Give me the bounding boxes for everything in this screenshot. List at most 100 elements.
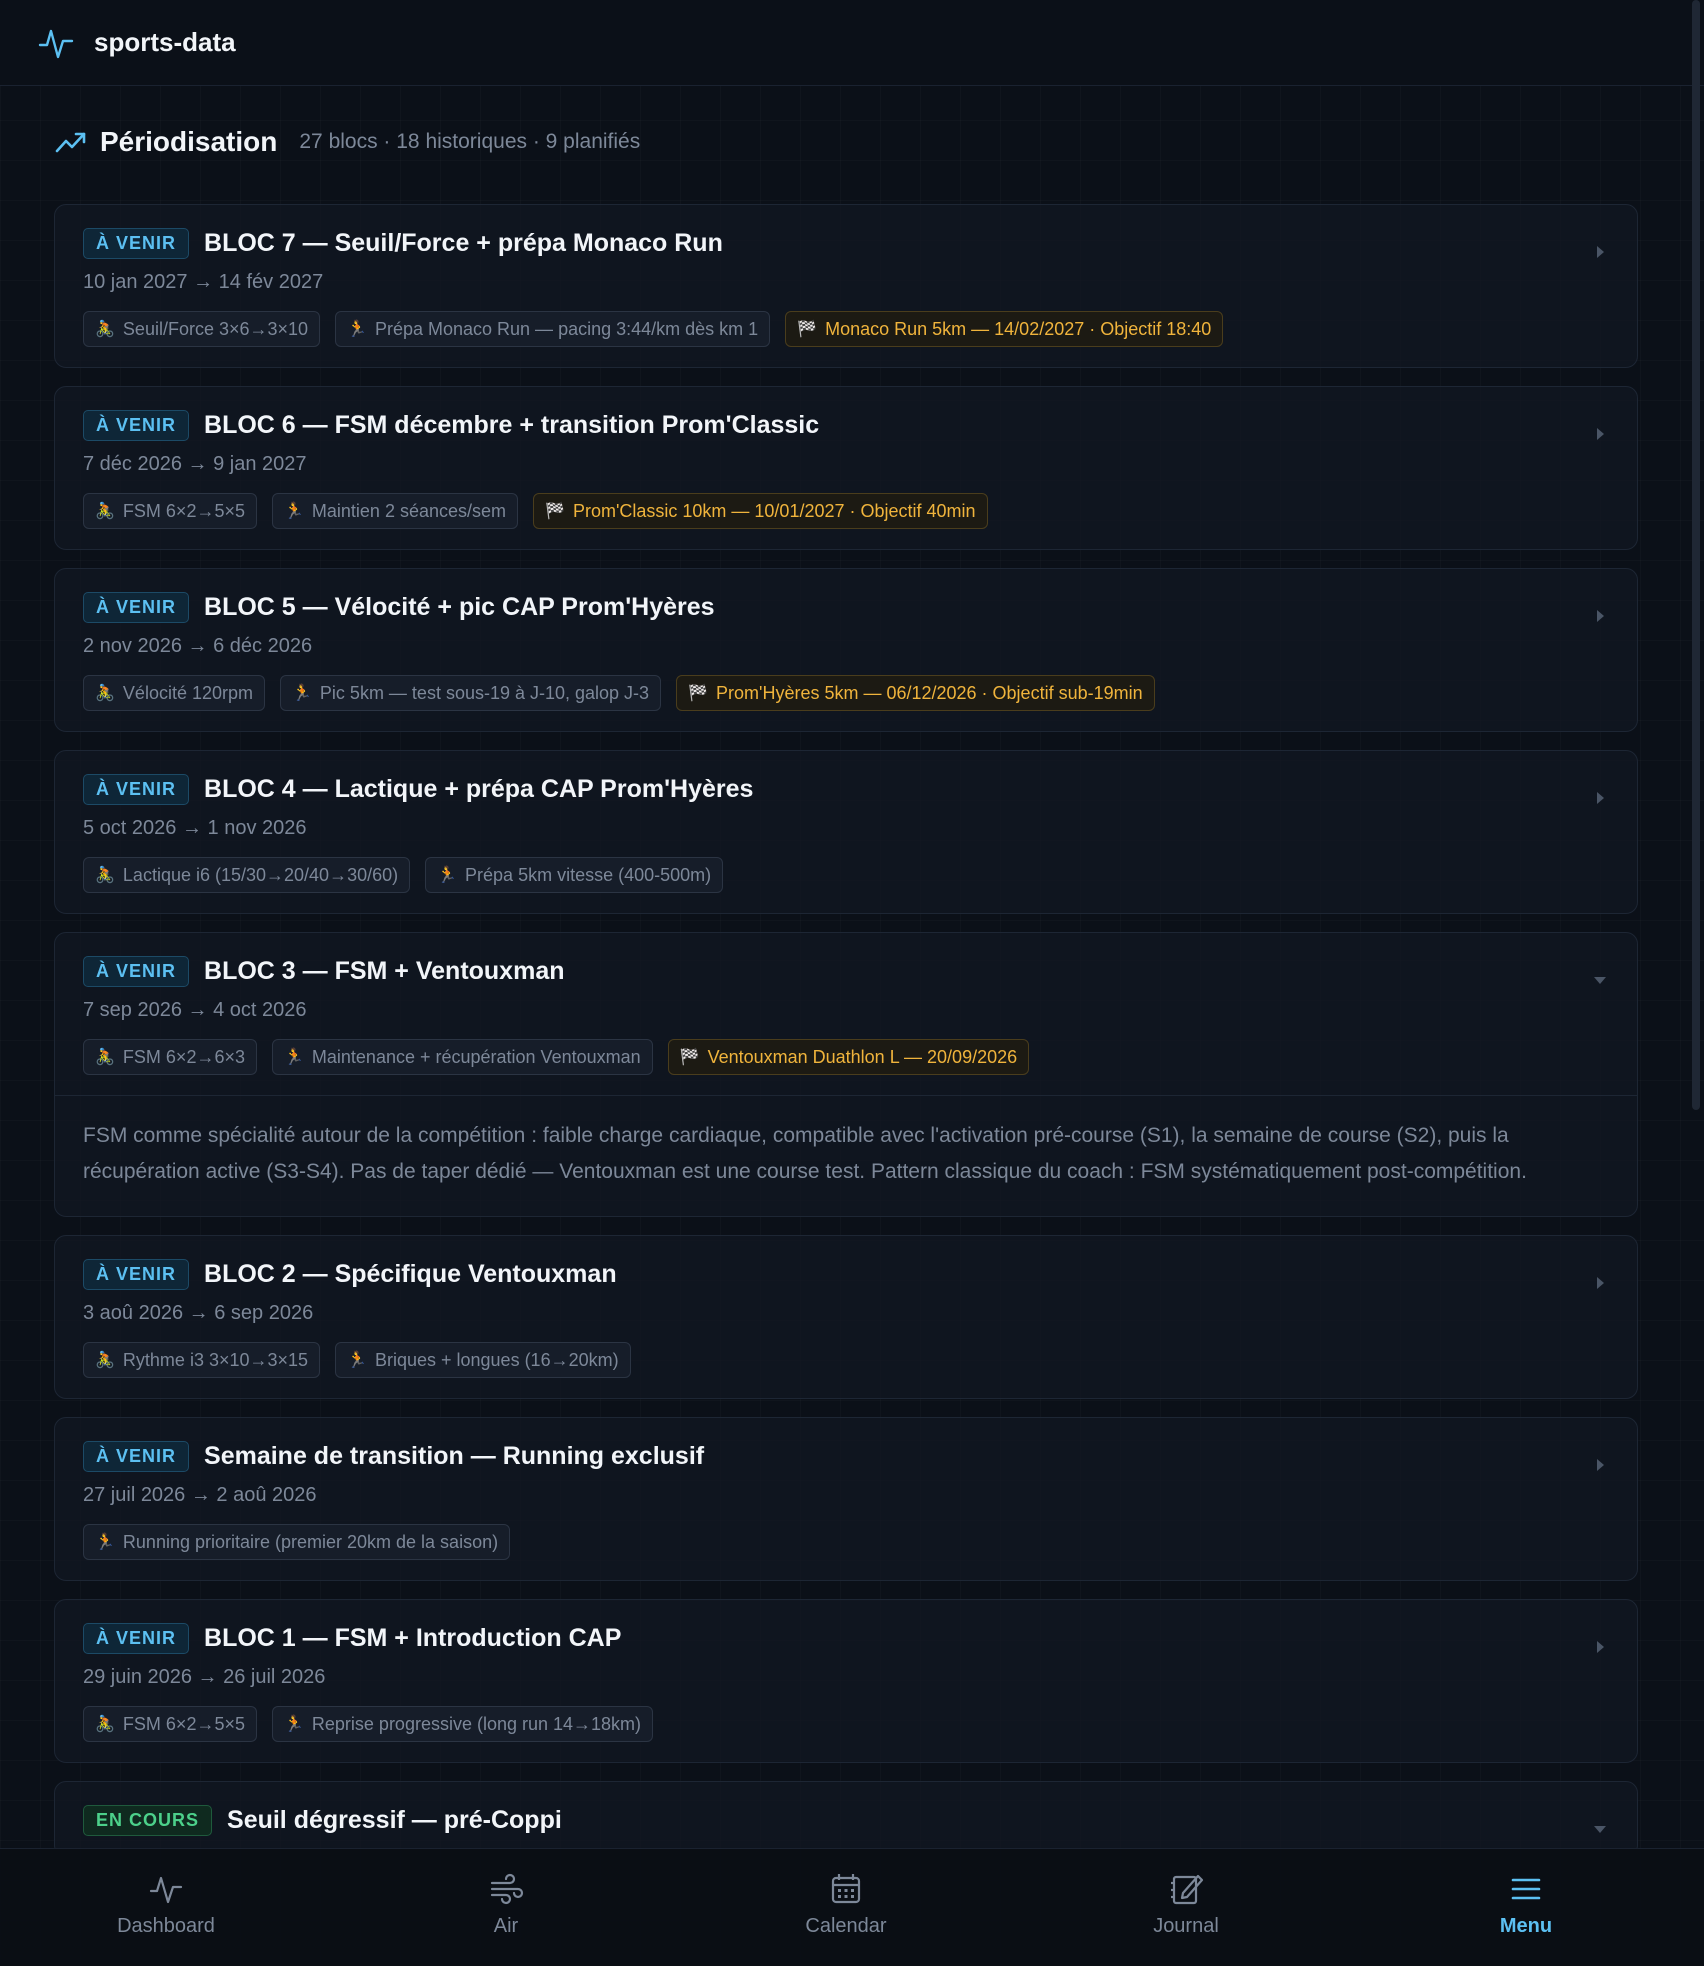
- tag-label: Maintenance + récupération Ventouxman: [311, 1046, 641, 1067]
- block-tags: 🚴 FSM 6×2→6×3 🏃 Maintenance + récupération …: [83, 1039, 1609, 1075]
- block-title: BLOC 1 — FSM + Introduction CAP: [204, 1623, 622, 1652]
- tag-label: Briques + longues (16→20km): [374, 1349, 619, 1370]
- period-block-card[interactable]: À VENIR BLOC 7 — Seuil/Force + prépa Mona…: [54, 204, 1638, 368]
- nav-label: Journal: [1153, 1915, 1219, 1937]
- runner-icon: 🏃: [283, 503, 304, 520]
- chevron-right-icon[interactable]: [1593, 791, 1607, 805]
- card-header[interactable]: À VENIR BLOC 3 — FSM + Ventouxman 7 sep 20…: [55, 933, 1637, 1095]
- runner-icon: 🏃: [283, 1716, 304, 1733]
- workout-tag: 🚴 Vélocité 120rpm: [83, 675, 265, 711]
- app-name[interactable]: sports-data: [94, 27, 236, 58]
- chevron-right-icon[interactable]: [1593, 1276, 1607, 1290]
- nav-item-journal[interactable]: Journal: [1086, 1871, 1286, 1938]
- card-header[interactable]: À VENIR BLOC 5 — Vélocité + pic CAP Prom'…: [55, 569, 1637, 731]
- period-block-card[interactable]: À VENIR Semaine de transition — Running e…: [54, 1417, 1638, 1581]
- block-title: BLOC 5 — Vélocité + pic CAP Prom'Hyères: [204, 592, 715, 621]
- chevron-down-icon[interactable]: [1593, 973, 1607, 987]
- block-title: BLOC 6 — FSM décembre + transition Prom'…: [204, 410, 820, 439]
- chevron-right-icon[interactable]: [1593, 1458, 1607, 1472]
- block-title: BLOC 4 — Lactique + prépa CAP Prom'Hyère…: [204, 774, 754, 803]
- block-dates: 5 oct 2026 → 1 nov 2026: [83, 817, 307, 839]
- chevron-right-icon[interactable]: [1593, 245, 1607, 259]
- period-block-card[interactable]: À VENIR BLOC 6 — FSM décembre + transitio…: [54, 386, 1638, 550]
- status-badge: À VENIR: [83, 773, 190, 805]
- tag-label: Rythme i3 3×10→3×15: [122, 1349, 309, 1370]
- card-title-row: EN COURS Seuil dégressif — pré-Coppi: [83, 1804, 1609, 1836]
- chevron-right-icon[interactable]: [1593, 1640, 1607, 1654]
- cyclist-icon: 🚴: [95, 685, 115, 702]
- cyclist-icon: 🚴: [95, 1352, 115, 1369]
- workout-tag: 🏃 Prépa Monaco Run — pacing 3:44/km dès k…: [335, 311, 771, 347]
- workout-tag: 🏃 Prépa 5km vitesse (400-500m): [425, 857, 724, 893]
- checkered-flag-icon: 🏁: [688, 685, 708, 702]
- block-dates: 3 aoû 2026 → 6 sep 2026: [83, 1302, 314, 1324]
- nav-item-air[interactable]: Air: [406, 1871, 606, 1938]
- cyclist-icon: 🚴: [95, 321, 115, 338]
- workout-tag: 🏃 Running prioritaire (premier 20km de la…: [83, 1524, 511, 1560]
- scrollbar-thumb[interactable]: [1692, 0, 1700, 1110]
- block-title: BLOC 2 — Spécifique Ventouxman: [204, 1259, 617, 1288]
- block-list: À VENIR BLOC 7 — Seuil/Force + prépa Mona…: [54, 204, 1638, 1848]
- chevron-right-icon[interactable]: [1593, 609, 1607, 623]
- checkered-flag-icon: 🏁: [797, 321, 818, 338]
- tag-label: Seuil/Force 3×6→3×10: [122, 318, 309, 339]
- period-block-card[interactable]: À VENIR BLOC 4 — Lactique + prépa CAP Pro…: [54, 750, 1638, 914]
- status-badge: EN COURS: [83, 1804, 213, 1836]
- card-header[interactable]: À VENIR Semaine de transition — Running e…: [55, 1418, 1637, 1580]
- cyclist-icon: 🚴: [95, 1049, 115, 1066]
- status-badge: À VENIR: [83, 1258, 190, 1290]
- status-badge: À VENIR: [83, 409, 190, 441]
- card-title-row: À VENIR BLOC 4 — Lactique + prépa CAP Pro…: [83, 773, 1609, 805]
- tag-label: Prépa 5km vitesse (400-500m): [465, 864, 712, 885]
- chevron-down-icon[interactable]: [1593, 1822, 1607, 1836]
- cyclist-icon: 🚴: [95, 1716, 115, 1733]
- pulse-logo-icon: [38, 29, 74, 58]
- tag-label: Maintien 2 séances/sem: [311, 500, 507, 521]
- workout-tag: 🚴 Lactique i6 (15/30→20/40→30/60): [83, 857, 411, 893]
- card-header[interactable]: À VENIR BLOC 2 — Spécifique Ventouxman 3 a…: [55, 1236, 1637, 1398]
- workout-tag: 🏃 Briques + longues (16→20km): [335, 1342, 631, 1378]
- block-tags: 🚴 Vélocité 120rpm 🏃 Pic 5km — test sous-19 …: [83, 675, 1609, 711]
- section-header: Périodisation 27 blocs · 18 historiques …: [54, 86, 1638, 204]
- block-tags: 🏃 Running prioritaire (premier 20km de la…: [83, 1524, 1609, 1560]
- period-block-card[interactable]: EN COURS Seuil dégressif — pré-Coppi: [54, 1781, 1638, 1848]
- card-title-row: À VENIR BLOC 7 — Seuil/Force + prépa Mona…: [83, 227, 1609, 259]
- nav-item-dashboard[interactable]: Dashboard: [66, 1871, 266, 1938]
- race-goal-tag: 🏁 Prom'Hyères 5km — 06/12/2026 · Objectif…: [676, 675, 1155, 711]
- race-goal-tag: 🏁 Ventouxman Duathlon L — 20/09/2026: [667, 1039, 1030, 1075]
- card-title-row: À VENIR BLOC 6 — FSM décembre + transitio…: [83, 409, 1609, 441]
- bottom-navigation: Dashboard Air Calendar Journal Menu: [0, 1848, 1704, 1966]
- period-block-card[interactable]: À VENIR BLOC 2 — Spécifique Ventouxman 3 a…: [54, 1235, 1638, 1399]
- card-header[interactable]: À VENIR BLOC 6 — FSM décembre + transitio…: [55, 387, 1637, 549]
- calendar-icon: [831, 1874, 861, 1904]
- block-tags: 🚴 Lactique i6 (15/30→20/40→30/60) 🏃 Prépa 5…: [83, 857, 1609, 893]
- nav-label: Menu: [1499, 1915, 1553, 1937]
- block-title: BLOC 3 — FSM + Ventouxman: [204, 956, 565, 985]
- card-header[interactable]: EN COURS Seuil dégressif — pré-Coppi: [55, 1782, 1637, 1848]
- workout-tag: 🚴 Rythme i3 3×10→3×15: [83, 1342, 321, 1378]
- workout-tag: 🚴 Seuil/Force 3×6→3×10: [83, 311, 321, 347]
- tag-label: Lactique i6 (15/30→20/40→30/60): [122, 864, 399, 885]
- block-dates: 27 juil 2026 → 2 aoû 2026: [83, 1484, 317, 1506]
- runner-icon: 🏃: [437, 867, 458, 884]
- period-block-card[interactable]: À VENIR BLOC 5 — Vélocité + pic CAP Prom'…: [54, 568, 1638, 732]
- card-header[interactable]: À VENIR BLOC 1 — FSM + Introduction CAP 29…: [55, 1600, 1637, 1762]
- period-block-card[interactable]: À VENIR BLOC 3 — FSM + Ventouxman 7 sep 20…: [54, 932, 1638, 1217]
- nav-item-menu[interactable]: Menu: [1426, 1871, 1626, 1938]
- tag-label: FSM 6×2→5×5: [122, 500, 245, 521]
- chevron-right-icon[interactable]: [1593, 427, 1607, 441]
- tag-label: Vélocité 120rpm: [122, 682, 253, 703]
- block-dates: 2 nov 2026 → 6 déc 2026: [83, 635, 313, 657]
- card-header[interactable]: À VENIR BLOC 4 — Lactique + prépa CAP Pro…: [55, 751, 1637, 913]
- workout-tag: 🏃 Maintien 2 séances/sem: [271, 493, 519, 529]
- tag-label: Monaco Run 5km — 14/02/2027 · Objectif 1…: [825, 318, 1212, 339]
- section-title: Périodisation: [100, 126, 278, 157]
- card-header[interactable]: À VENIR BLOC 7 — Seuil/Force + prépa Mona…: [55, 205, 1637, 367]
- runner-icon: 🏃: [292, 685, 312, 702]
- period-block-card[interactable]: À VENIR BLOC 1 — FSM + Introduction CAP 29…: [54, 1599, 1638, 1763]
- nav-item-calendar[interactable]: Calendar: [746, 1871, 946, 1938]
- block-tags: 🚴 FSM 6×2→5×5 🏃 Reprise progressive (long r…: [83, 1706, 1609, 1742]
- tag-label: FSM 6×2→6×3: [122, 1046, 245, 1067]
- cyclist-icon: 🚴: [95, 503, 115, 520]
- cyclist-icon: 🚴: [95, 867, 115, 884]
